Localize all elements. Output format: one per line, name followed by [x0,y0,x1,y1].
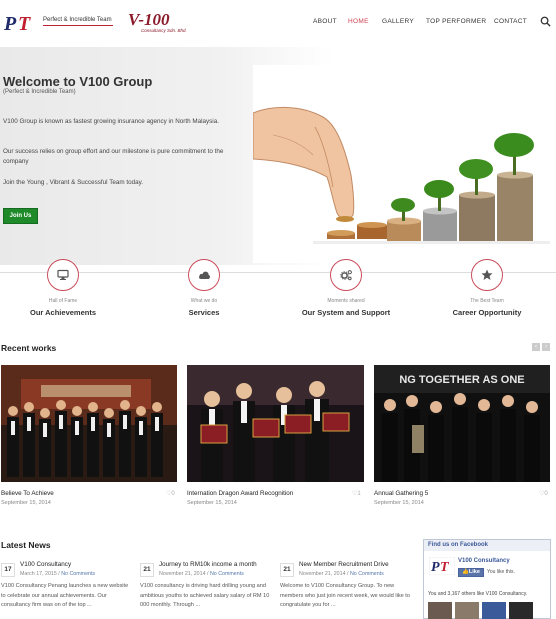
hero-coins-illustration [253,65,550,263]
facebook-friend-avatar[interactable] [428,602,452,619]
news-1-comments[interactable]: No Comments [61,571,95,577]
coin-stack-2 [357,222,387,239]
news-1-body: V100 Consultancy Penang launches a new w… [1,583,129,608]
feature-services-title[interactable]: Services [154,308,254,317]
star-icon [481,269,493,280]
news-2-meta: November 21, 2014 / No Comments [159,571,244,577]
work-2-likes[interactable]: ♡1 [352,490,361,497]
svg-text:P: P [431,560,440,575]
work-1-date: September 15, 2014 [1,500,51,506]
work-3-date: September 15, 2014 [374,500,424,506]
work-3-like-count: 0 [544,491,548,497]
latest-news-heading: Latest News [1,540,51,550]
news-2-date: November 21, 2014 [159,571,206,577]
work-1-likes[interactable]: ♡0 [166,490,175,497]
hero-subtitle: (Perfect & Incredible Team) [3,89,76,95]
feature-career-small: The Best Team [470,298,504,304]
next-arrow-icon[interactable]: › [542,343,550,351]
work-1-title[interactable]: Believe To Achieve [1,490,54,497]
feature-career-icon-circle[interactable] [471,259,503,291]
news-3-date: November 21, 2014 [299,571,346,577]
news-2-title[interactable]: Journey to RM10k income a month [159,561,257,568]
news-3-comments[interactable]: No Comments [350,571,384,577]
hero-title: Welcome to V100 Group [3,74,153,89]
nav-about[interactable]: ABOUT [313,18,337,25]
facebook-friend-avatar[interactable] [482,602,506,619]
news-2-day: 21 [140,563,154,577]
news-2-body: V100 consultancy is driving hard drillin… [140,583,270,608]
news-3-body: Welcome to V100 Consultancy Group. To ne… [280,583,410,608]
news-1-date: March 17, 2015 [20,571,57,577]
news-3-title[interactable]: New Member Recruitment Drive [299,561,389,568]
feature-system-small: Moments shared [327,298,365,304]
work-3-title[interactable]: Annual Gathering 5 [374,490,428,497]
feature-system-icon-circle[interactable] [330,259,362,291]
svg-text:T: T [18,13,31,33]
facebook-like-label: Like [468,569,480,575]
v100-logo-subtitle: Consultancy Sdn. Bhd. [141,28,187,33]
recent-work-photo-3[interactable]: NG TOGETHER AS ONE [374,365,550,482]
nav-top-performer[interactable]: TOP PERFORMER [426,18,486,25]
cloud-icon [198,271,210,279]
nav-gallery[interactable]: GALLERY [382,18,414,25]
work-2-date: September 15, 2014 [187,500,237,506]
news-2-comments[interactable]: No Comments [210,571,244,577]
v100-logo[interactable]: V-100 [128,10,170,30]
svg-text:NG TOGETHER AS ONE: NG TOGETHER AS ONE [399,374,524,386]
facebook-you-like: You like this. [487,569,515,575]
news-3-day: 21 [280,563,294,577]
prev-arrow-icon[interactable]: ‹ [532,343,540,351]
hero-paragraph-1: V100 Group is known as fastest growing i… [3,118,219,125]
svg-text:P: P [4,13,17,33]
coin-stack-1 [327,230,355,239]
facebook-page-name[interactable]: V100 Consultancy [458,558,510,564]
pt-logo-tagline: Perfect & Incredible Team [43,17,112,23]
nav-contact[interactable]: CONTACT [494,18,527,25]
monitor-icon [57,269,69,280]
feature-services-small: What we do [190,298,218,304]
work-3-likes[interactable]: ♡0 [539,490,548,497]
feature-services-icon-circle[interactable] [188,259,220,291]
svg-text:T: T [440,560,450,575]
facebook-friend-avatar[interactable] [455,602,479,619]
recent-work-photo-1[interactable] [1,365,177,482]
facebook-friend-avatar[interactable] [509,602,533,619]
work-2-title[interactable]: Internation Dragon Award Recognition [187,490,293,497]
search-icon[interactable] [540,16,551,27]
work-2-like-count: 1 [357,491,361,497]
hero-paragraph-3: Join the Young , Vibrant & Successful Te… [3,179,144,186]
facebook-page-avatar[interactable]: P T [429,557,455,575]
facebook-like-button[interactable]: 👍Like [458,568,484,577]
pt-logo-underline [43,25,113,26]
pt-logo[interactable]: P T [4,13,42,33]
news-1-title[interactable]: V100 Consultancy [20,561,71,568]
work-1-like-count: 0 [171,491,175,497]
join-us-button[interactable]: Join Us [3,208,38,224]
recent-work-photo-2[interactable] [187,365,364,482]
thumbs-up-icon: 👍 [462,569,469,575]
facebook-friends-count: You and 3,167 others like V100 Consultan… [428,591,528,597]
news-1-day: 17 [1,563,15,577]
feature-system-title[interactable]: Our System and Support [286,308,406,317]
facebook-widget-header: Find us on Facebook [424,540,550,551]
recent-works-heading: Recent works [1,343,57,353]
news-1-meta: March 17, 2015 / No Comments [20,571,96,577]
hero-paragraph-2: Our success relies on group effort and o… [3,148,224,165]
feature-achievements-icon-circle[interactable] [47,259,79,291]
nav-home[interactable]: HOME [348,18,369,25]
feature-career-title[interactable]: Career Opportunity [437,308,537,317]
feature-achievements-small: Hall of Fame [48,298,78,304]
gears-icon [339,270,352,281]
news-3-meta: November 21, 2014 / No Comments [299,571,384,577]
feature-achievements-title[interactable]: Our Achievements [13,308,113,317]
